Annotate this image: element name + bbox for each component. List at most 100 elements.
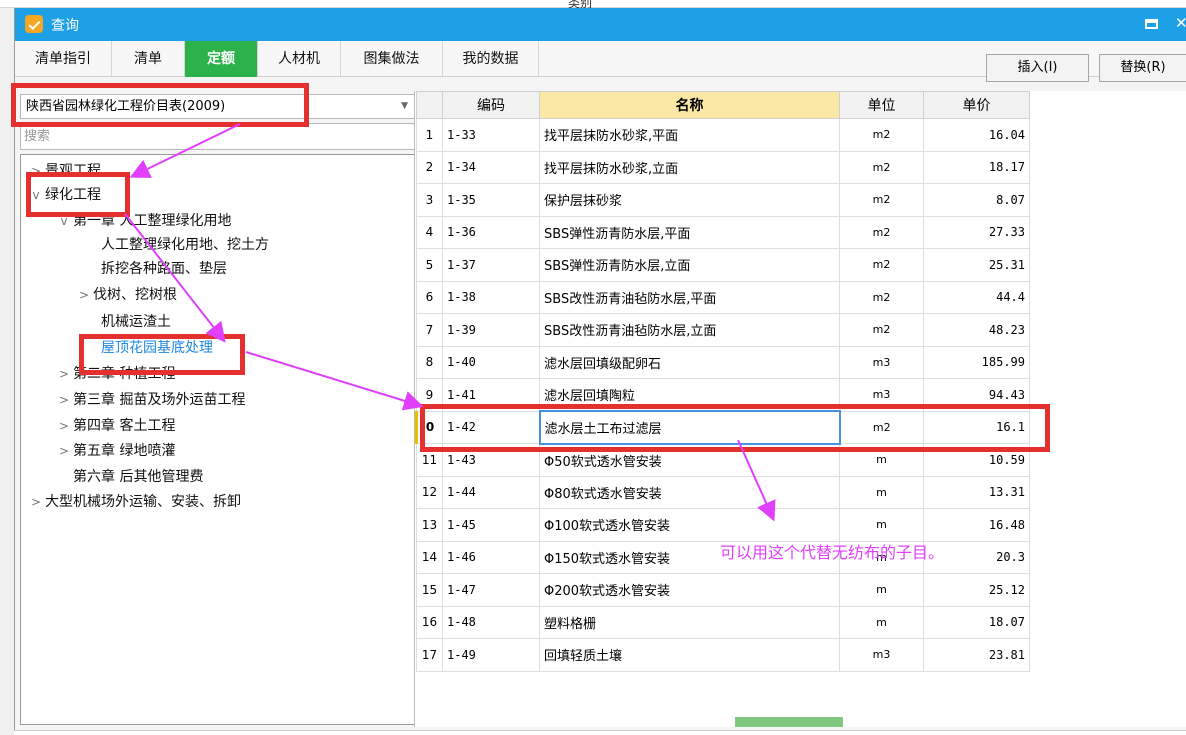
tree-item[interactable]: v 绿化工程 [27,183,101,207]
row-unit: m2 [839,118,924,152]
tree-item[interactable]: 人工整理绿化用地、挖土方 [83,233,269,257]
column-header-price[interactable]: 单价 [923,91,1030,119]
row-code: 1-34 [442,150,540,184]
tree-item[interactable]: > 景观工程 [27,159,101,183]
row-price: 16.04 [923,118,1030,152]
title-bar: 查询 ✕ [15,8,1186,41]
chevron-right-icon[interactable]: > [55,362,73,386]
row-unit: m3 [839,638,924,672]
tree-item[interactable]: > 第五章 绿地喷灌 [55,439,175,463]
row-price: 16.1 [923,410,1030,444]
row-code: 1-36 [442,215,540,249]
chevron-right-icon[interactable]: > [75,283,93,307]
close-icon[interactable]: ✕ [1175,14,1186,32]
row-code: 1-43 [442,443,540,477]
quota-grid-panel: 编码 名称 单位 单价 1 1-33 找平层抹防水砂浆,平面 m2 16.04 2 1-34… [414,91,1186,727]
row-index: 2 [416,150,443,184]
column-header-name[interactable]: 名称 [539,91,840,119]
row-name: 回填轻质土壤 [539,638,840,672]
row-index: 17 [416,638,443,672]
background-table: 类别 [0,0,1186,10]
table-row[interactable]: 2 1-34 找平层抹防水砂浆,立面 m2 18.17 [416,150,1030,184]
row-price: 18.07 [923,605,1030,639]
tree-item[interactable]: > 第三章 掘苗及场外运苗工程 [55,388,245,412]
row-price: 27.33 [923,215,1030,249]
table-row[interactable]: 0 1-42 滤水层土工布过滤层 m2 16.1 [415,410,1030,445]
table-row[interactable]: 4 1-36 SBS弹性沥青防水层,平面 m2 27.33 [416,215,1030,249]
tree-item[interactable]: > 大型机械场外运输、安装、拆卸 [27,490,241,514]
tab-labor-material-machine[interactable]: 人材机 [258,41,341,77]
insert-button[interactable]: 插入(I) [986,54,1089,82]
library-select[interactable]: 陕西省园林绿化工程价目表(2009) ▼ [20,94,415,119]
column-header-unit[interactable]: 单位 [839,91,924,119]
horizontal-scrollbar-thumb[interactable] [735,717,843,727]
tree-item[interactable]: 第六章 后其他管理费 [55,465,203,489]
row-index: 3 [416,183,443,217]
row-index: 8 [416,345,443,379]
row-code: 1-39 [442,313,540,347]
row-index: 13 [416,508,443,542]
tree-item-label: 第二章 种植工程 [73,366,176,382]
table-row[interactable]: 8 1-40 滤水层回填级配卵石 m3 185.99 [416,345,1030,379]
chevron-right-icon[interactable]: > [27,159,45,183]
row-code: 1-42 [442,410,540,444]
chevron-down-icon[interactable]: ▼ [401,95,408,118]
row-index: 9 [416,378,443,412]
row-price: 16.48 [923,508,1030,542]
tree-item-label: 第六章 后其他管理费 [73,469,204,485]
chevron-right-icon[interactable]: > [55,388,73,412]
table-row[interactable]: 16 1-48 塑料格栅 m 18.07 [416,605,1030,639]
table-row[interactable]: 15 1-47 Φ200软式透水管安装 m 25.12 [416,573,1030,607]
tab-atlas-method[interactable]: 图集做法 [341,41,443,77]
tree-item[interactable]: > 第四章 客土工程 [55,414,175,438]
tree-item-selected[interactable]: 屋顶花园基底处理 [83,336,213,360]
chevron-right-icon[interactable]: > [27,490,45,514]
chevron-down-icon[interactable]: v [55,209,73,233]
row-index: 5 [416,248,443,282]
window-bottom-edge [14,730,1186,735]
row-index: 1 [416,118,443,152]
chevron-down-icon[interactable]: v [27,183,45,207]
table-row[interactable]: 6 1-38 SBS改性沥青油毡防水层,平面 m2 44.4 [416,280,1030,314]
table-row[interactable]: 7 1-39 SBS改性沥青油毡防水层,立面 m2 48.23 [416,313,1030,347]
tab-bill[interactable]: 清单 [112,41,185,77]
tree-item-label: 伐树、挖树根 [93,287,177,303]
row-index: 16 [416,605,443,639]
chevron-right-icon[interactable]: > [55,439,73,463]
row-name: SBS弹性沥青防水层,立面 [539,248,840,282]
column-header-code[interactable]: 编码 [442,91,540,119]
row-price: 185.99 [923,345,1030,379]
search-input[interactable]: 搜索 [20,123,415,150]
table-row[interactable]: 9 1-41 滤水层回填陶粒 m3 94.43 [416,378,1030,412]
tree-item[interactable]: > 第二章 种植工程 [55,362,175,386]
row-name: SBS改性沥青油毡防水层,平面 [539,280,840,314]
row-code: 1-40 [442,345,540,379]
library-selected-value: 陕西省园林绿化工程价目表(2009) [26,99,226,114]
tree-item[interactable]: > 伐树、挖树根 [75,283,177,307]
left-panel: 陕西省园林绿化工程价目表(2009) ▼ 搜索 > 景观工程 v 绿化工程 v 第一章… [20,91,416,727]
table-row[interactable]: 1 1-33 找平层抹防水砂浆,平面 m2 16.04 [416,118,1030,152]
tree-item[interactable]: 机械运渣土 [83,310,171,334]
table-row[interactable]: 11 1-43 Φ50软式透水管安装 m 10.59 [416,443,1030,477]
tree-item-label: 第四章 客土工程 [73,418,176,434]
row-name: 找平层抹防水砂浆,平面 [539,118,840,152]
table-row[interactable]: 5 1-37 SBS弹性沥青防水层,立面 m2 25.31 [416,248,1030,282]
tree-item-label: 拆挖各种路面、垫层 [101,261,227,277]
table-row[interactable]: 17 1-49 回填轻质土壤 m3 23.81 [416,638,1030,672]
tab-bill-guide[interactable]: 清单指引 [15,41,112,77]
replace-button[interactable]: 替换(R) [1099,54,1186,82]
tree-item[interactable]: v 第一章 人工整理绿化用地 [55,209,231,233]
row-code: 1-44 [442,475,540,509]
tab-quota[interactable]: 定额 [185,41,258,77]
maximize-icon[interactable] [1145,19,1158,29]
table-row[interactable]: 3 1-35 保护层抹砂浆 m2 8.07 [416,183,1030,217]
table-row[interactable]: 13 1-45 Φ100软式透水管安装 m 16.48 [416,508,1030,542]
row-name: SBS弹性沥青防水层,平面 [539,215,840,249]
row-unit: m2 [839,248,924,282]
tree-item-label: 大型机械场外运输、安装、拆卸 [45,494,241,510]
row-code: 1-45 [442,508,540,542]
table-row[interactable]: 12 1-44 Φ80软式透水管安装 m 13.31 [416,475,1030,509]
tab-my-data[interactable]: 我的数据 [443,41,539,77]
chevron-right-icon[interactable]: > [55,414,73,438]
tree-item[interactable]: 拆挖各种路面、垫层 [83,257,227,281]
